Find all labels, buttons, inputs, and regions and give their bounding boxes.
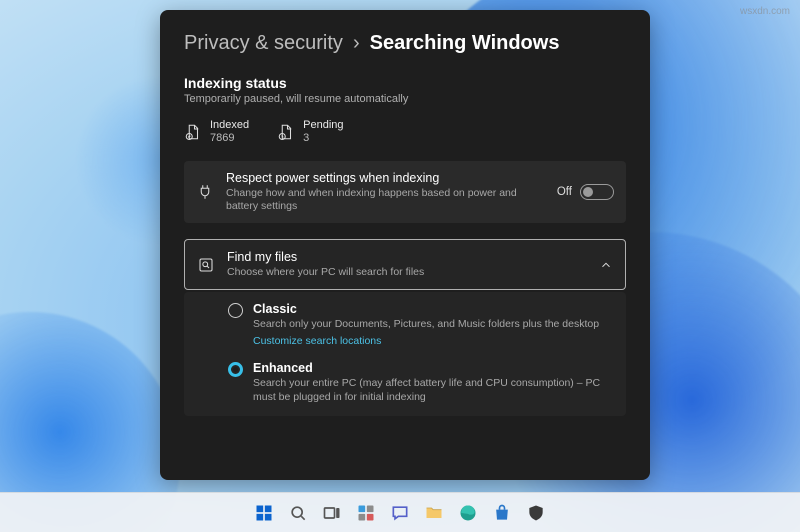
find-my-files-title: Find my files xyxy=(227,250,587,264)
indexing-status-title: Indexing status xyxy=(184,75,626,91)
find-my-files-options: Classic Search only your Documents, Pict… xyxy=(184,292,626,415)
settings-panel: Privacy & security › Searching Windows I… xyxy=(160,10,650,480)
power-toggle-label: Off xyxy=(557,186,572,198)
option-enhanced-desc: Search your entire PC (may affect batter… xyxy=(253,377,612,403)
power-settings-desc: Change how and when indexing happens bas… xyxy=(226,187,545,213)
chevron-up-icon xyxy=(599,258,613,272)
stat-indexed-value: 7869 xyxy=(210,132,249,145)
taskbar-chat[interactable] xyxy=(387,500,413,526)
option-classic-desc: Search only your Documents, Pictures, an… xyxy=(253,318,612,331)
search-icon xyxy=(288,503,308,523)
chevron-right-icon: › xyxy=(353,32,360,55)
radio-enhanced[interactable] xyxy=(228,362,243,377)
stat-pending: Pending 3 xyxy=(277,119,343,145)
watermark: wsxdn.com xyxy=(740,6,790,17)
taskbar-file-explorer[interactable] xyxy=(421,500,447,526)
option-classic[interactable]: Classic Search only your Documents, Pict… xyxy=(228,302,612,349)
stat-pending-label: Pending xyxy=(303,119,343,132)
power-plug-icon xyxy=(196,183,214,201)
taskbar-taskview[interactable] xyxy=(319,500,345,526)
document-check-icon xyxy=(184,123,202,141)
shield-icon xyxy=(526,503,546,523)
power-toggle[interactable] xyxy=(580,184,614,200)
customize-search-locations-link[interactable]: Customize search locations xyxy=(253,335,381,347)
taskbar-security[interactable] xyxy=(523,500,549,526)
taskbar-edge[interactable] xyxy=(455,500,481,526)
taskbar xyxy=(0,492,800,532)
widgets-icon xyxy=(356,503,376,523)
folder-icon xyxy=(424,503,444,523)
find-my-files-expander[interactable]: Find my files Choose where your PC will … xyxy=(184,239,626,290)
windows-icon xyxy=(254,503,274,523)
stat-indexed: Indexed 7869 xyxy=(184,119,249,145)
radio-classic[interactable] xyxy=(228,303,243,318)
document-clock-icon xyxy=(277,123,295,141)
store-icon xyxy=(492,503,512,523)
option-classic-title: Classic xyxy=(253,302,612,316)
breadcrumb: Privacy & security › Searching Windows xyxy=(184,32,626,55)
power-toggle-group: Off xyxy=(557,184,614,200)
chat-icon xyxy=(390,503,410,523)
option-enhanced[interactable]: Enhanced Search your entire PC (may affe… xyxy=(228,361,612,403)
taskbar-start[interactable] xyxy=(251,500,277,526)
stat-indexed-label: Indexed xyxy=(210,119,249,132)
indexing-status-subtitle: Temporarily paused, will resume automati… xyxy=(184,93,626,105)
taskbar-store[interactable] xyxy=(489,500,515,526)
find-my-files-desc: Choose where your PC will search for fil… xyxy=(227,266,587,279)
stat-pending-value: 3 xyxy=(303,132,343,145)
indexing-stats: Indexed 7869 Pending 3 xyxy=(184,119,626,145)
taskview-icon xyxy=(322,503,342,523)
search-file-icon xyxy=(197,256,215,274)
taskbar-search[interactable] xyxy=(285,500,311,526)
taskbar-widgets[interactable] xyxy=(353,500,379,526)
power-settings-card[interactable]: Respect power settings when indexing Cha… xyxy=(184,161,626,223)
edge-icon xyxy=(458,503,478,523)
breadcrumb-parent[interactable]: Privacy & security xyxy=(184,32,343,55)
power-settings-title: Respect power settings when indexing xyxy=(226,171,545,185)
option-enhanced-title: Enhanced xyxy=(253,361,612,375)
breadcrumb-current: Searching Windows xyxy=(370,32,560,55)
